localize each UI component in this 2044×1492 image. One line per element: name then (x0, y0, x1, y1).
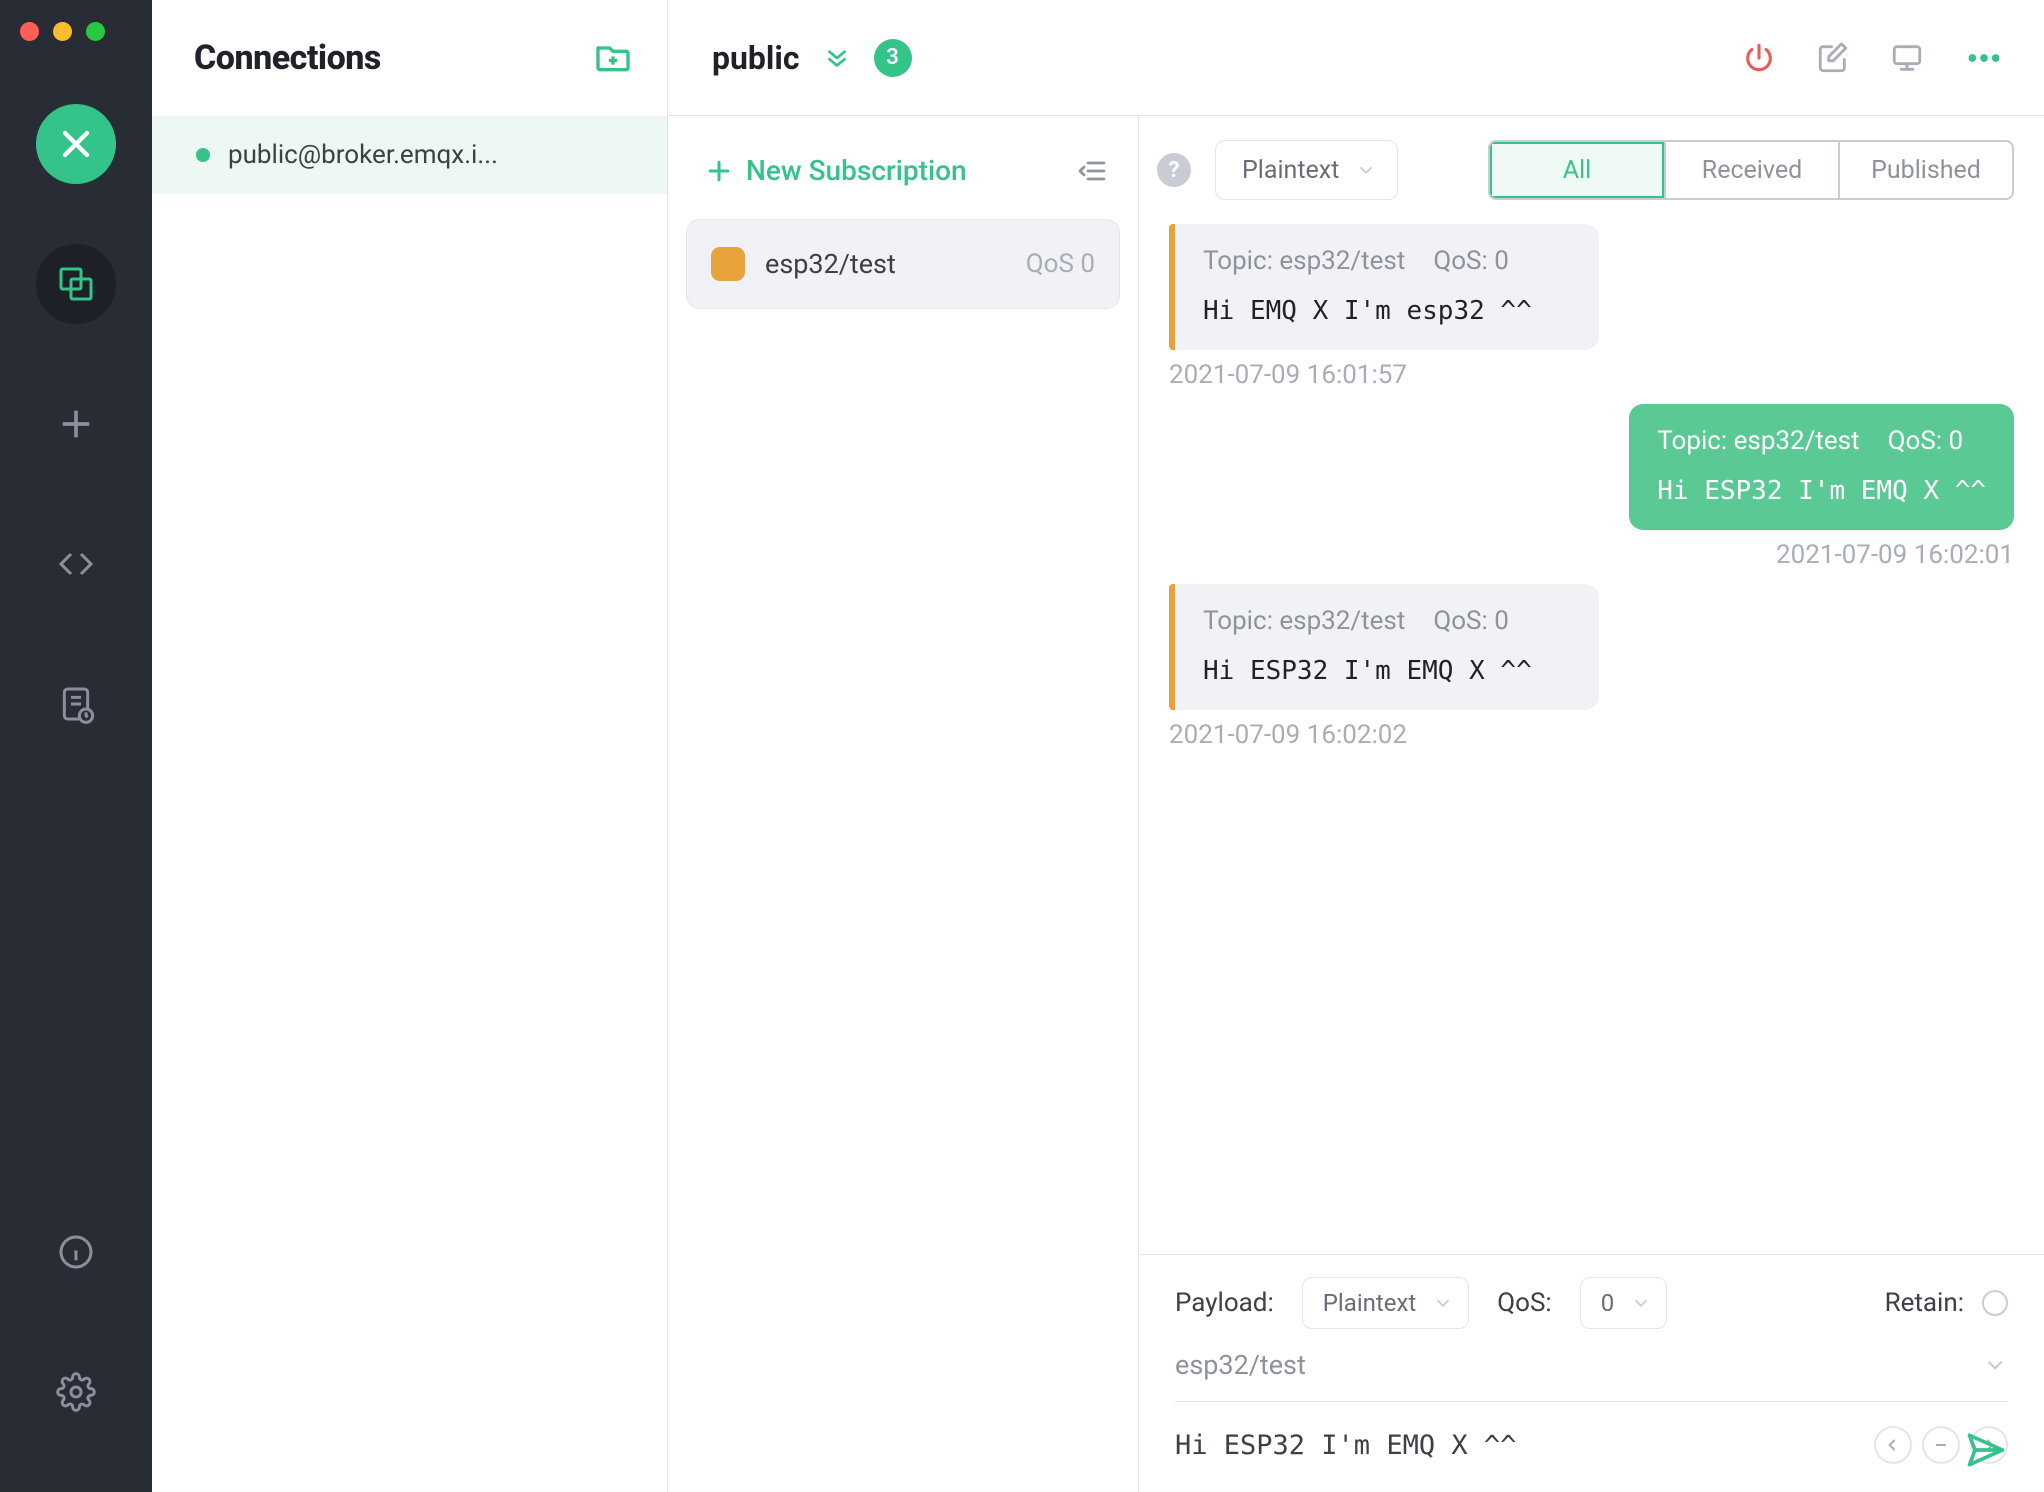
minimize-window-button[interactable] (53, 22, 72, 41)
message-item: Topic: esp32/test QoS: 0 Hi ESP32 I'm EM… (1169, 584, 2014, 750)
publish-payload-input[interactable]: Hi ESP32 I'm EMQ X ^^ (1175, 1430, 1854, 1461)
nav-rail (0, 0, 152, 1492)
monitor-button[interactable] (1890, 41, 1924, 75)
filter-tab-received[interactable]: Received (1664, 142, 1838, 198)
nav-settings[interactable] (36, 1352, 116, 1432)
message-item: Topic: esp32/test QoS: 0 Hi ESP32 I'm EM… (1169, 404, 2014, 570)
publish-topic-value: esp32/test (1175, 1349, 1306, 1381)
message-body: Hi ESP32 I'm EMQ X ^^ (1203, 656, 1571, 686)
message-filter-tabs: All Received Published (1488, 140, 2014, 200)
publish-bar: Payload: Plaintext QoS: 0 Retain: (1139, 1254, 2044, 1492)
payload-label: Payload: (1175, 1288, 1274, 1318)
close-window-button[interactable] (20, 22, 39, 41)
expand-connection-icon[interactable] (822, 43, 852, 73)
messages-header: ? Plaintext All Received Published (1139, 116, 2044, 214)
messages-column: ? Plaintext All Received Published (1138, 116, 2044, 1492)
nav-info[interactable] (36, 1212, 116, 1292)
collapse-subs-button[interactable] (1076, 155, 1108, 187)
nav-scripts[interactable] (36, 524, 116, 604)
qos-label: QoS: (1497, 1288, 1551, 1318)
connections-panel: Connections public@broker.emqx.i... (152, 0, 668, 1492)
message-qos: QoS: 0 (1433, 246, 1509, 276)
active-connection-title: public (712, 39, 800, 77)
message-qos: QoS: 0 (1888, 426, 1964, 456)
qos-value: 0 (1601, 1289, 1615, 1317)
message-topic: Topic: esp32/test (1657, 426, 1859, 456)
zoom-window-button[interactable] (86, 22, 105, 41)
edit-connection-button[interactable] (1816, 41, 1850, 75)
message-body: Hi ESP32 I'm EMQ X ^^ (1657, 476, 1986, 506)
new-connection-button[interactable] (593, 38, 633, 78)
subscription-color-swatch (711, 247, 745, 281)
subscription-qos: QoS 0 (1026, 249, 1095, 279)
payload-format-select[interactable]: Plaintext (1302, 1277, 1469, 1329)
connection-topbar: public 3 (668, 0, 2044, 116)
content-split: New Subscription esp32/test QoS 0 ? (668, 116, 2044, 1492)
nav-logs[interactable] (36, 664, 116, 744)
new-subscription-label: New Subscription (746, 154, 967, 187)
connection-item[interactable]: public@broker.emqx.i... (152, 116, 667, 194)
message-bubble-received: Topic: esp32/test QoS: 0 Hi ESP32 I'm EM… (1169, 584, 1599, 710)
message-topic: Topic: esp32/test (1203, 246, 1405, 276)
chevron-down-icon (1355, 159, 1377, 181)
disconnect-button[interactable] (1742, 41, 1776, 75)
message-bubble-received: Topic: esp32/test QoS: 0 Hi EMQ X I'm es… (1169, 224, 1599, 350)
subscription-topic: esp32/test (765, 248, 1006, 280)
app-logo (36, 104, 116, 184)
window-controls (20, 22, 105, 41)
chevron-down-icon (1982, 1352, 2008, 1378)
retain-label: Retain: (1885, 1288, 1964, 1318)
message-body: Hi EMQ X I'm esp32 ^^ (1203, 296, 1571, 326)
message-count-badge: 3 (874, 39, 912, 77)
message-timestamp: 2021-07-09 16:01:57 (1169, 360, 2014, 390)
payload-format-value: Plaintext (1323, 1289, 1416, 1317)
display-format-value: Plaintext (1242, 156, 1339, 185)
history-clear-button[interactable] (1922, 1426, 1960, 1464)
message-qos: QoS: 0 (1433, 606, 1509, 636)
subscription-item[interactable]: esp32/test QoS 0 (686, 219, 1120, 309)
retain-toggle[interactable] (1982, 1290, 2008, 1316)
nav-new[interactable] (36, 384, 116, 464)
message-timestamp: 2021-07-09 16:02:01 (1776, 540, 2014, 570)
connection-status-dot (196, 148, 210, 162)
messages-scroll[interactable]: Topic: esp32/test QoS: 0 Hi EMQ X I'm es… (1139, 214, 2044, 1254)
connections-header: Connections (152, 0, 667, 116)
chevron-down-icon (1432, 1292, 1454, 1314)
new-subscription-button[interactable]: New Subscription (704, 154, 967, 187)
connections-title: Connections (194, 38, 381, 78)
qos-select[interactable]: 0 (1580, 1277, 1668, 1329)
message-topic: Topic: esp32/test (1203, 606, 1405, 636)
display-format-select[interactable]: Plaintext (1215, 140, 1398, 200)
history-prev-button[interactable] (1874, 1426, 1912, 1464)
nav-connections[interactable] (36, 244, 116, 324)
connection-name: public@broker.emqx.i... (228, 140, 498, 170)
help-icon[interactable]: ? (1157, 153, 1191, 187)
main-area: public 3 (668, 0, 2044, 1492)
publish-topic-input[interactable]: esp32/test (1175, 1343, 2008, 1402)
message-bubble-sent: Topic: esp32/test QoS: 0 Hi ESP32 I'm EM… (1629, 404, 2014, 530)
filter-tab-all[interactable]: All (1490, 142, 1664, 198)
message-timestamp: 2021-07-09 16:02:02 (1169, 720, 2014, 750)
app-root: Connections public@broker.emqx.i... publ… (0, 0, 2044, 1492)
subscriptions-column: New Subscription esp32/test QoS 0 (668, 116, 1138, 1492)
filter-tab-published[interactable]: Published (1838, 142, 2012, 198)
more-menu-button[interactable] (1964, 38, 2004, 78)
send-button[interactable] (1964, 1428, 2008, 1472)
message-item: Topic: esp32/test QoS: 0 Hi EMQ X I'm es… (1169, 224, 2014, 390)
chevron-down-icon (1630, 1292, 1652, 1314)
